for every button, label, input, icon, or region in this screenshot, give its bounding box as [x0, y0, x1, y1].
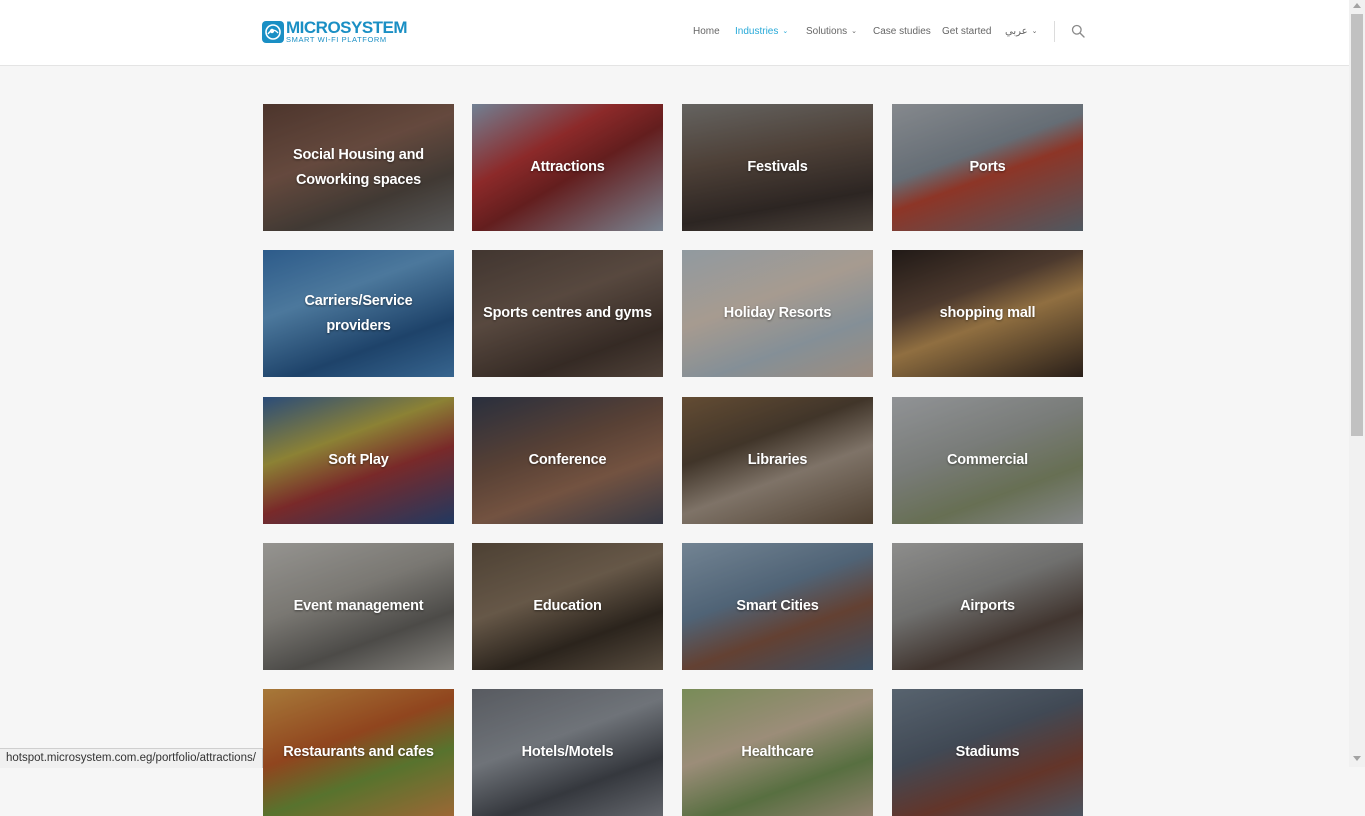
scroll-down-arrow-icon[interactable] — [1353, 756, 1361, 761]
industry-tile-label: shopping mall — [939, 305, 1036, 321]
nav-get-started-label: Get started — [942, 26, 992, 37]
industry-tile-smart-cities[interactable]: Smart Cities — [682, 543, 873, 670]
industry-tile-label: Ports — [969, 159, 1006, 175]
industry-tile-label: Event management — [293, 598, 424, 614]
search-icon[interactable] — [1071, 24, 1085, 38]
industry-tile-label: Social Housing and Coworking spaces — [293, 146, 424, 188]
industry-tile-conference[interactable]: Conference — [472, 397, 663, 524]
nav-get-started[interactable]: Get started — [942, 26, 991, 37]
industry-tile-holiday-resorts[interactable]: Holiday Resorts — [682, 250, 873, 377]
industry-tile-label: Holiday Resorts — [723, 305, 832, 321]
industry-tile-label: Festivals — [747, 159, 808, 175]
industry-tile-label: Hotels/Motels — [521, 744, 614, 760]
logo-globe-icon — [262, 21, 284, 43]
nav-arabic[interactable]: عربي ⌄ — [1005, 26, 1037, 37]
industry-tile-restaurants-and-cafes[interactable]: Restaurants and cafes — [263, 689, 454, 816]
industry-tile-sports-centres-and-gyms[interactable]: Sports centres and gyms — [472, 250, 663, 377]
scroll-up-arrow-icon[interactable] — [1353, 3, 1361, 8]
chevron-down-icon: ⌄ — [851, 28, 858, 35]
industry-tile-label: Attractions — [530, 159, 605, 175]
nav-solutions[interactable]: Solutions ⌄ — [806, 26, 857, 37]
industry-tile-label: Commercial — [946, 452, 1028, 468]
industry-tile-airports[interactable]: Airports — [892, 543, 1083, 670]
nav-divider — [1054, 21, 1055, 42]
industry-tile-commercial[interactable]: Commercial — [892, 397, 1083, 524]
industry-tile-label: Airports — [960, 598, 1015, 614]
industry-tile-label: Stadiums — [955, 744, 1020, 760]
industry-tile-education[interactable]: Education — [472, 543, 663, 670]
nav-case-studies-label: Case studies — [873, 26, 931, 37]
site-header: MICROSYSTEM SMART WI-FI PLATFORM Home Ind… — [0, 0, 1349, 66]
page-scrollbar[interactable] — [1349, 0, 1365, 767]
industry-tile-soft-play[interactable]: Soft Play — [263, 397, 454, 524]
industry-tile-event-management[interactable]: Event management — [263, 543, 454, 670]
industry-tile-festivals[interactable]: Festivals — [682, 104, 873, 231]
industry-tile-label: Carriers/Service providers — [304, 292, 413, 334]
nav-home-label: Home — [693, 26, 720, 37]
link-status-bar: hotspot.microsystem.com.eg/portfolio/att… — [0, 748, 263, 768]
industry-tile-label: Healthcare — [741, 744, 814, 760]
brand-tagline: SMART WI-FI PLATFORM — [286, 35, 387, 44]
industry-tile-label: Restaurants and cafes — [283, 744, 434, 760]
industry-tile-hotels-motels[interactable]: Hotels/Motels — [472, 689, 663, 816]
chevron-down-icon: ⌄ — [1031, 28, 1038, 35]
industry-tile-carriers-service-providers[interactable]: Carriers/Service providers — [263, 250, 454, 377]
industry-tile-label: Libraries — [747, 452, 808, 468]
industry-tile-libraries[interactable]: Libraries — [682, 397, 873, 524]
industry-tile-attractions[interactable]: Attractions — [472, 104, 663, 231]
nav-arabic-label: عربي — [1005, 26, 1028, 37]
industry-tile-ports[interactable]: Ports — [892, 104, 1083, 231]
industry-tile-label: Conference — [528, 452, 607, 468]
industry-tile-stadiums[interactable]: Stadiums — [892, 689, 1083, 816]
industry-tile-label: Smart Cities — [736, 598, 819, 614]
industry-tile-label: Sports centres and gyms — [483, 305, 652, 321]
nav-industries-label: Industries — [735, 26, 779, 37]
industry-tile-social-housing-and-coworking-spaces[interactable]: Social Housing and Coworking spaces — [263, 104, 454, 231]
nav-case-studies[interactable]: Case studies — [873, 26, 931, 37]
nav-solutions-label: Solutions — [806, 26, 848, 37]
industry-tile-healthcare[interactable]: Healthcare — [682, 689, 873, 816]
logo[interactable]: MICROSYSTEM SMART WI-FI PLATFORM — [262, 19, 408, 47]
nav-home[interactable]: Home — [693, 26, 720, 37]
chevron-down-icon: ⌄ — [782, 28, 789, 35]
nav-industries[interactable]: Industries ⌄ — [735, 26, 788, 37]
scroll-thumb[interactable] — [1351, 14, 1363, 436]
industry-tile-shopping-mall[interactable]: shopping mall — [892, 250, 1083, 377]
industry-tile-label: Education — [533, 598, 602, 614]
industry-tile-label: Soft Play — [328, 452, 389, 468]
